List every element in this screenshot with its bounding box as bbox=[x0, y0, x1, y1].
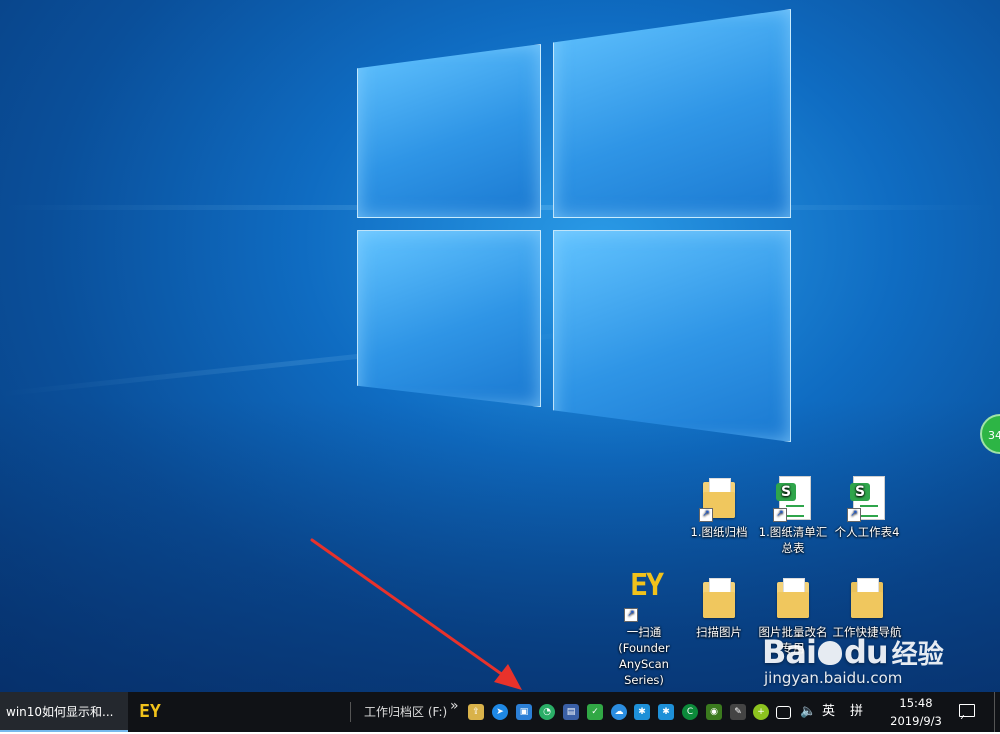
baidu-paw-icon bbox=[817, 641, 842, 665]
notification-center-button[interactable] bbox=[956, 692, 978, 732]
show-desktop-button[interactable] bbox=[994, 692, 1000, 732]
plus-icon[interactable]: + bbox=[753, 704, 769, 720]
folder-upload-icon[interactable]: ⇪ bbox=[468, 704, 484, 720]
desktop-icon-label: 1.图纸清单汇总表 bbox=[758, 525, 828, 555]
green-c-icon[interactable]: C bbox=[682, 704, 698, 720]
shield-icon[interactable]: ✓ bbox=[587, 704, 603, 720]
toolbar-overflow-chevron[interactable]: » bbox=[450, 686, 459, 726]
clock-date: 2019/9/3 bbox=[890, 714, 942, 728]
desktop-icon-spreadsheet[interactable]: S ↗ 1.图纸清单汇总表 bbox=[752, 476, 834, 556]
clock[interactable]: 15:48 2019/9/3 bbox=[886, 694, 946, 734]
baidu-logo: Bai du bbox=[762, 633, 889, 671]
desktop-icon-label: 扫描图片 bbox=[696, 625, 742, 639]
shortcut-arrow-icon: ↗ bbox=[699, 508, 713, 522]
thunder-icon[interactable]: ➤ bbox=[492, 704, 508, 720]
anyscan-logo-icon: EY bbox=[630, 568, 664, 603]
taskbar-anyscan-icon[interactable]: EY bbox=[134, 692, 166, 732]
logo-pane-top-left bbox=[357, 44, 541, 218]
display-icon[interactable]: ▤ bbox=[563, 704, 579, 720]
desktop-icon-label: 个人工作表4 bbox=[834, 525, 900, 539]
desktop-icon-label: 1.图纸归档 bbox=[690, 525, 748, 539]
logo-pane-bottom-right bbox=[553, 230, 791, 442]
shortcut-arrow-icon: ↗ bbox=[773, 508, 787, 522]
clock-time: 15:48 bbox=[899, 696, 933, 710]
desktop-icon-anyscan[interactable]: EY ↗ 一扫通(Founder AnyScan Series) bbox=[603, 568, 685, 688]
nvidia-icon[interactable]: ◉ bbox=[706, 704, 722, 720]
taskbar-task-browser[interactable]: win10如何显示和... bbox=[0, 692, 128, 732]
cloud-icon[interactable]: ☁ bbox=[611, 704, 627, 720]
language-indicator[interactable]: 英 bbox=[822, 692, 835, 732]
logo-pane-bottom-left bbox=[357, 230, 541, 407]
taskbar-drive-toolbar[interactable]: 工作归档区 (F:) bbox=[364, 692, 447, 732]
volume-icon[interactable]: 🔈 bbox=[800, 704, 816, 720]
jingyan-text: 经验 bbox=[891, 640, 944, 670]
desktop-icon-folder[interactable]: ↗ 1.图纸归档 bbox=[678, 476, 760, 540]
logo-pane-top-right bbox=[553, 9, 791, 218]
notification-icon bbox=[959, 704, 975, 717]
toolbar-divider bbox=[350, 702, 351, 722]
box-icon[interactable]: ▣ bbox=[516, 704, 532, 720]
desktop-icon-label: 一扫通(Founder AnyScan Series) bbox=[618, 625, 670, 687]
folder-icon bbox=[777, 578, 809, 618]
star-icon[interactable]: ✱ bbox=[634, 704, 650, 720]
star2-icon[interactable]: ✱ bbox=[658, 704, 674, 720]
ime-indicator[interactable]: 拼 bbox=[850, 692, 863, 732]
baidu-jingyan-watermark: Bai du 经验 jingyan.baidu.com bbox=[762, 633, 944, 687]
desktop-icon-folder[interactable]: 工作快捷导航 bbox=[826, 576, 908, 640]
pen-icon[interactable]: ✎ bbox=[730, 704, 746, 720]
desktop-icon-spreadsheet[interactable]: S ↗ 个人工作表4 bbox=[826, 476, 908, 540]
bubble-text: 34 bbox=[988, 429, 1000, 442]
desktop-icon-folder[interactable]: 扫描图片 bbox=[678, 576, 760, 640]
network-icon[interactable] bbox=[776, 706, 791, 719]
shortcut-arrow-icon: ↗ bbox=[624, 608, 638, 622]
wechat-icon[interactable]: ◔ bbox=[539, 704, 555, 720]
watermark-url: jingyan.baidu.com bbox=[764, 669, 903, 687]
desktop-wallpaper: ↗ 1.图纸归档 S ↗ 1.图纸清单汇总表 S ↗ 个人工作表4 EY ↗ 一扫通(… bbox=[0, 0, 1000, 692]
folder-icon bbox=[703, 578, 735, 618]
shortcut-arrow-icon: ↗ bbox=[847, 508, 861, 522]
taskbar: win10如何显示和... EY 工作归档区 (F:) » ⇪ ➤ ▣ ◔ ▤ … bbox=[0, 692, 1000, 732]
folder-icon bbox=[851, 578, 883, 618]
